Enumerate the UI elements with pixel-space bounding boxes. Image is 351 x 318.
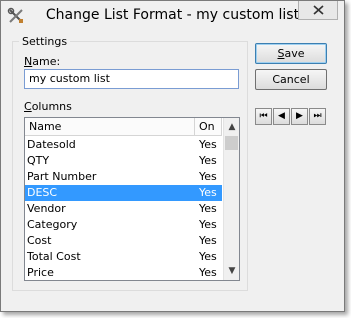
list-item-on: Yes xyxy=(199,186,217,199)
next-icon: ▶ xyxy=(296,111,303,121)
move-up-button[interactable]: ◀ xyxy=(273,108,290,125)
window-title: Change List Format - my custom list xyxy=(45,7,300,23)
column-header-on[interactable]: On xyxy=(195,118,222,136)
list-item-name: Category xyxy=(27,218,78,231)
list-item-name: Datesold xyxy=(27,138,76,151)
title-bar[interactable]: Change List Format - my custom list xyxy=(1,1,344,31)
list-item[interactable]: DESC Yes xyxy=(25,185,222,201)
list-item[interactable]: Datesold Yes xyxy=(25,137,222,153)
list-item[interactable]: Vendor Yes xyxy=(25,201,222,217)
settings-group-label: Settings xyxy=(19,35,71,48)
close-icon xyxy=(313,5,324,15)
cancel-button[interactable]: Cancel xyxy=(255,69,327,90)
columns-label: Columns xyxy=(24,100,72,113)
list-item[interactable]: Price Yes xyxy=(25,265,222,280)
vertical-scrollbar[interactable]: ▲ ▼ xyxy=(223,118,239,280)
first-icon: ⏮ xyxy=(259,111,268,121)
list-item-on: Yes xyxy=(199,170,217,183)
list-item-name: Price xyxy=(27,266,54,279)
list-item-on: Yes xyxy=(199,266,217,279)
list-header: Name On xyxy=(25,118,222,136)
scroll-down-icon[interactable]: ▼ xyxy=(224,263,239,279)
list-item-on: Yes xyxy=(199,154,217,167)
prev-icon: ◀ xyxy=(278,111,285,121)
list-item-name: Total Cost xyxy=(27,250,81,263)
list-rows: Datesold Yes QTY Yes Part Number Yes DESC Yes Ve… xyxy=(25,137,222,280)
list-item-name: Cost xyxy=(27,234,52,247)
list-item[interactable]: Cost Yes xyxy=(25,233,222,249)
name-field[interactable]: my custom list xyxy=(24,69,239,89)
move-last-button[interactable]: ⏭ xyxy=(309,108,326,125)
scroll-thumb[interactable] xyxy=(225,136,238,150)
list-item-name: DESC xyxy=(27,186,58,199)
list-item[interactable]: Total Cost Yes xyxy=(25,249,222,265)
scroll-up-icon[interactable]: ▲ xyxy=(224,119,239,135)
move-down-button[interactable]: ▶ xyxy=(291,108,308,125)
column-header-name[interactable]: Name xyxy=(25,118,195,136)
list-item-on: Yes xyxy=(199,138,217,151)
list-item[interactable]: Part Number Yes xyxy=(25,169,222,185)
columns-list[interactable]: Name On Datesold Yes QTY Yes Part Number Yes D… xyxy=(24,117,240,281)
list-item-name: Part Number xyxy=(27,170,97,183)
column-order-nav: ⏮ ◀ ▶ ⏭ xyxy=(255,108,327,125)
name-label: Name: xyxy=(24,55,61,68)
change-list-format-dialog: Change List Format - my custom list Sett… xyxy=(0,0,345,312)
list-item-on: Yes xyxy=(199,234,217,247)
list-item-name: Vendor xyxy=(27,202,66,215)
last-icon: ⏭ xyxy=(313,111,322,121)
move-first-button[interactable]: ⏮ xyxy=(255,108,272,125)
list-item-on: Yes xyxy=(199,202,217,215)
list-item-on: Yes xyxy=(199,250,217,263)
list-item[interactable]: QTY Yes xyxy=(25,153,222,169)
close-button[interactable] xyxy=(298,1,338,20)
list-item-on: Yes xyxy=(199,218,217,231)
list-item-name: QTY xyxy=(27,154,50,167)
save-button[interactable]: Save xyxy=(255,43,327,64)
list-item[interactable]: Category Yes xyxy=(25,217,222,233)
